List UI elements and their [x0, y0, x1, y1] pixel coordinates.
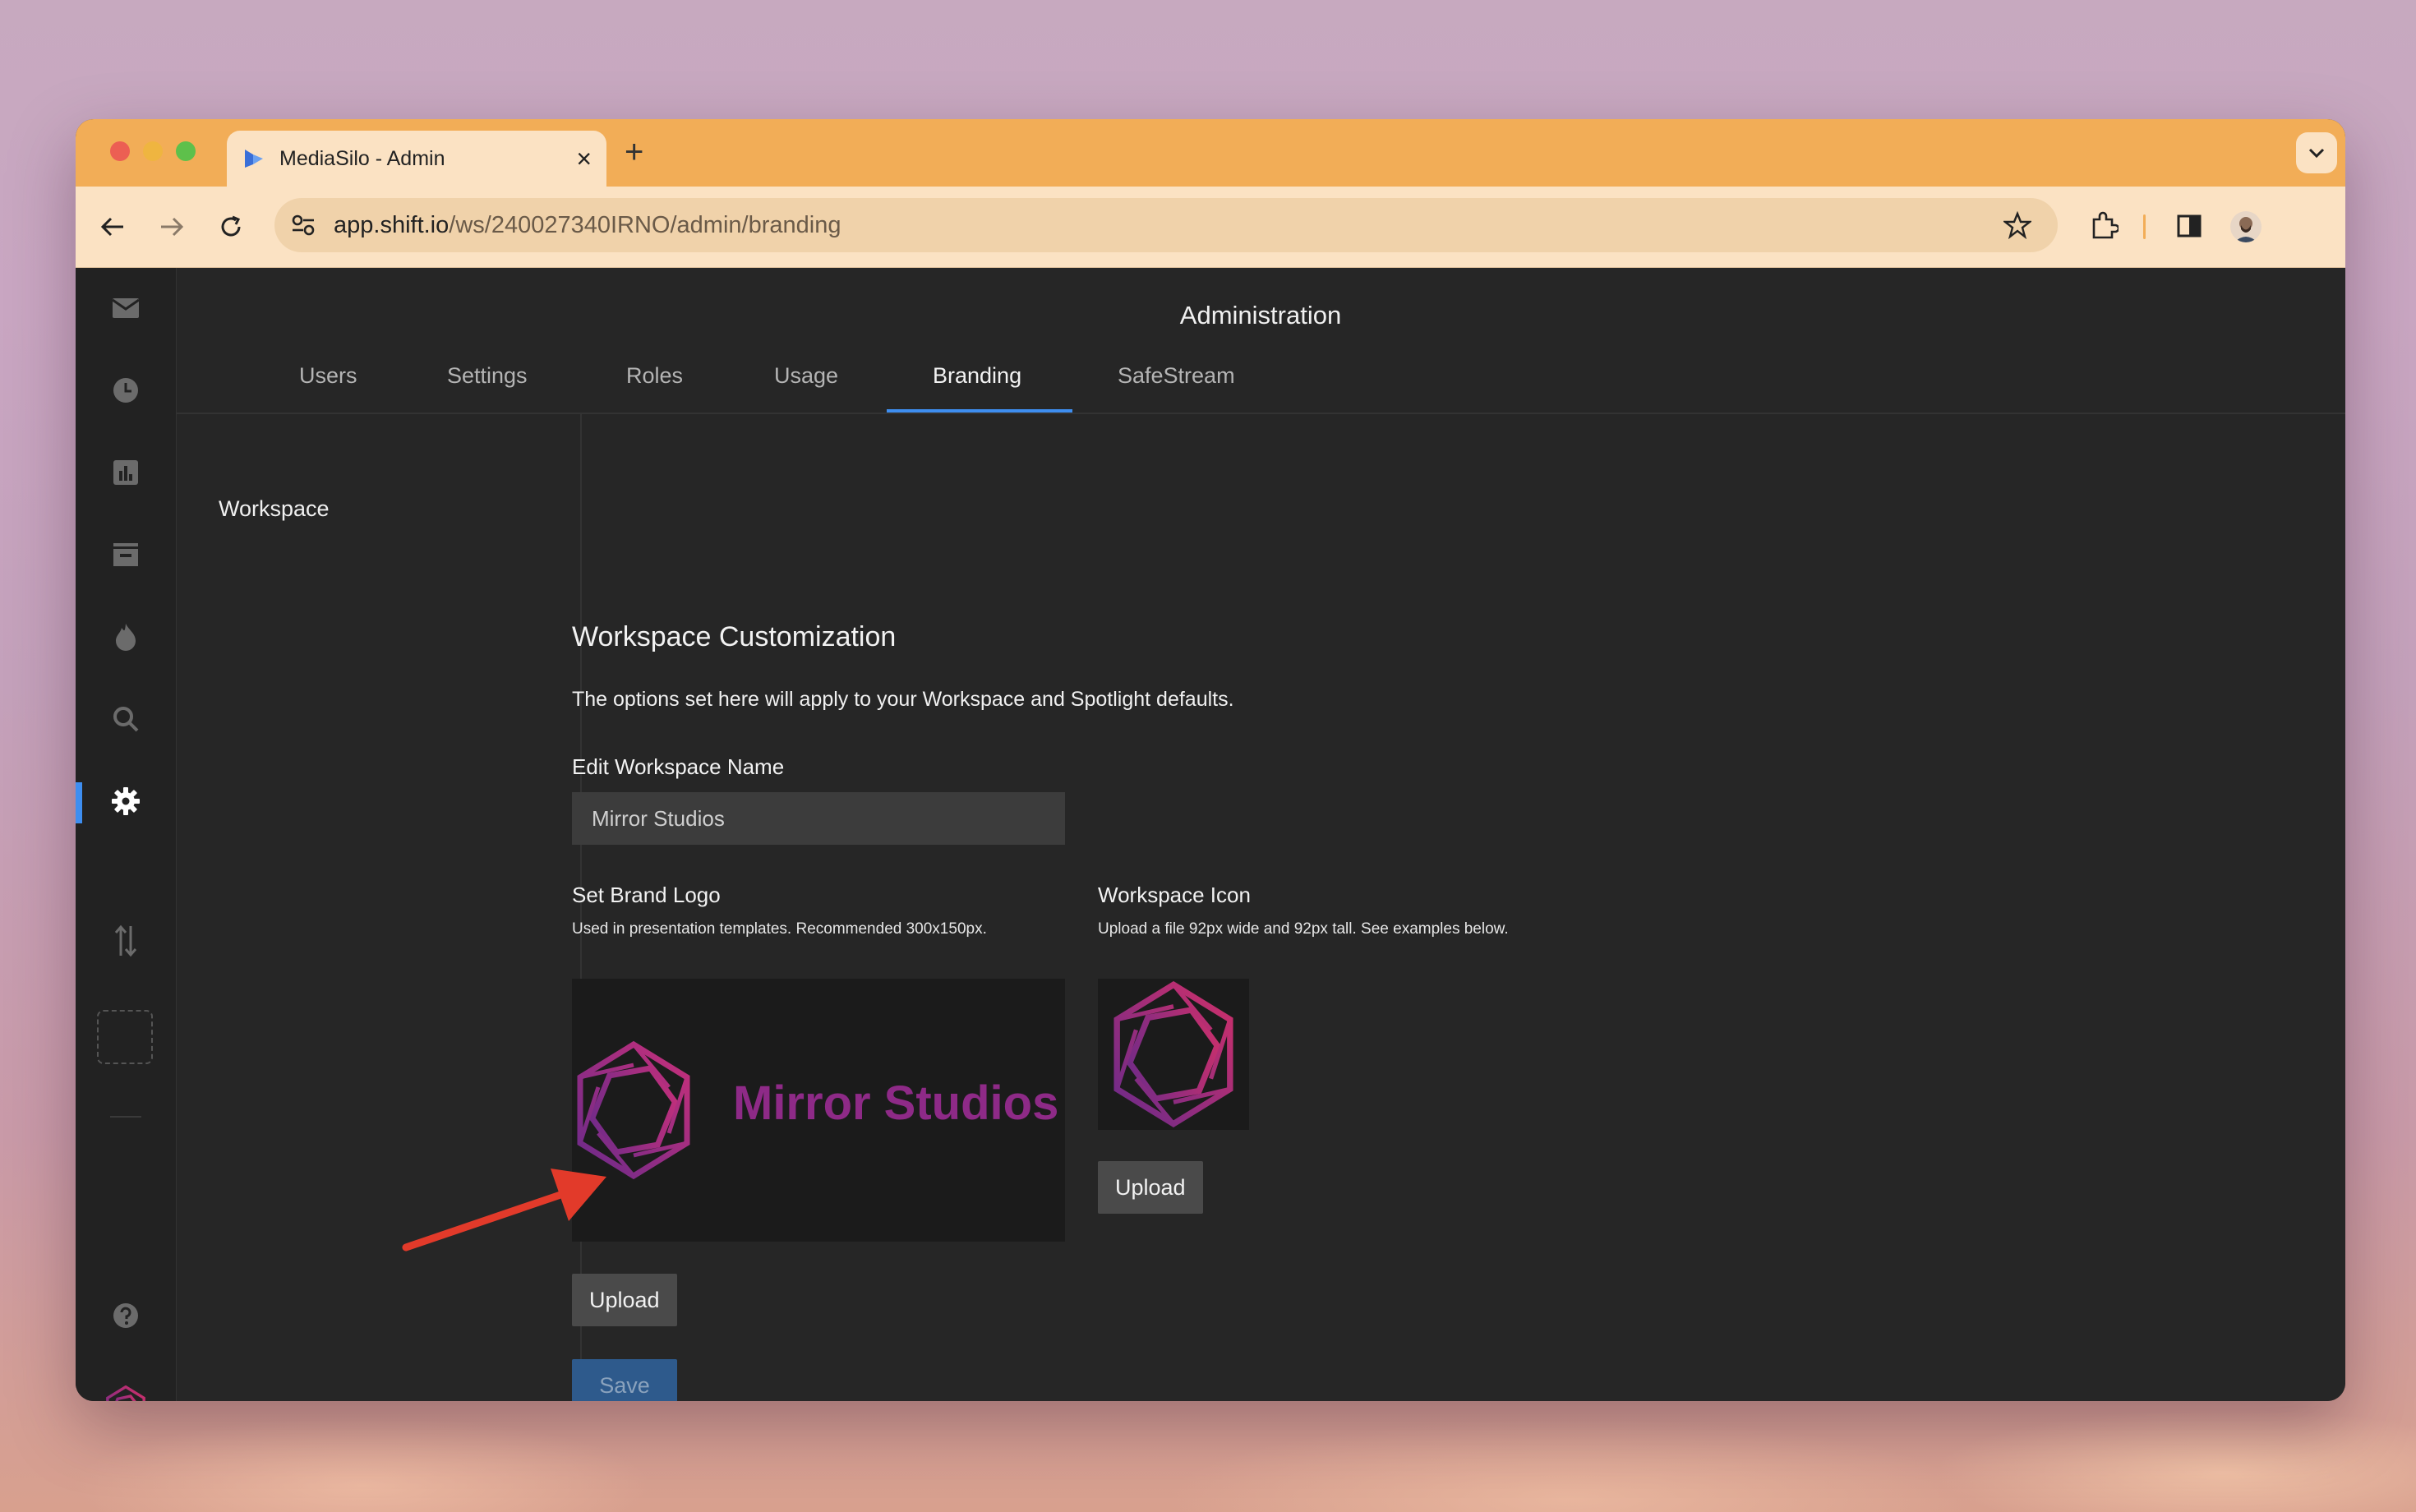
mediasilo-favicon-icon — [245, 150, 263, 168]
brand-logo-hint: Used in presentation templates. Recommen… — [572, 920, 987, 938]
url-path: /ws/240027340IRNO/admin/branding — [449, 212, 841, 238]
branding-content: Workspace Customization The options set … — [76, 268, 2345, 1401]
minimize-window-button[interactable] — [143, 141, 163, 161]
person-avatar-icon — [2234, 217, 2257, 242]
brand-logo-text: Mirror Studios — [733, 1076, 1059, 1130]
site-settings-icon[interactable] — [289, 212, 317, 238]
puzzle-icon — [2092, 211, 2119, 239]
side-panel-button[interactable] — [2173, 210, 2206, 242]
tab-search-button[interactable] — [2296, 132, 2337, 173]
arrow-left-icon — [100, 217, 123, 237]
url-host: app.shift.io — [334, 212, 450, 238]
url-text: app.shift.io/ws/240027340IRNO/admin/bran… — [334, 212, 841, 239]
brand-hexagon-icon — [577, 1040, 690, 1180]
brand-logo-label: Set Brand Logo — [572, 883, 721, 907]
app-area: Administration Users Settings Roles Usag… — [76, 268, 2345, 1401]
section-heading: Workspace Customization — [572, 621, 897, 652]
address-bar[interactable]: app.shift.io/ws/240027340IRNO/admin/bran… — [274, 198, 2058, 252]
chevron-down-icon — [2308, 148, 2325, 159]
bookmark-star-icon[interactable] — [2003, 211, 2031, 239]
extensions-button[interactable] — [2087, 210, 2120, 242]
workspace-name-input[interactable] — [572, 792, 1065, 845]
arrow-right-icon — [161, 217, 184, 237]
close-window-button[interactable] — [110, 141, 130, 161]
workspace-name-label: Edit Workspace Name — [572, 754, 785, 779]
section-description: The options set here will apply to your … — [572, 688, 1234, 711]
save-button[interactable]: Save — [572, 1359, 677, 1401]
brand-logo-preview: Mirror Studios — [572, 979, 1065, 1242]
tab-title: MediaSilo - Admin — [279, 147, 445, 170]
upload-icon-button[interactable]: Upload — [1098, 1161, 1203, 1214]
close-tab-icon[interactable]: × — [576, 142, 592, 175]
workspace-icon-label: Workspace Icon — [1098, 883, 1251, 907]
back-button[interactable] — [95, 210, 130, 244]
workspace-icon-preview — [1098, 979, 1249, 1130]
forward-button[interactable] — [154, 210, 189, 244]
toolbar-divider — [2143, 214, 2146, 239]
maximize-window-button[interactable] — [176, 141, 196, 161]
browser-window: MediaSilo - Admin × + app.shift.io/ws/24… — [76, 119, 2345, 1401]
browser-toolbar: app.shift.io/ws/240027340IRNO/admin/bran… — [76, 187, 2345, 268]
new-tab-button[interactable]: + — [625, 134, 643, 170]
upload-logo-button[interactable]: Upload — [572, 1274, 677, 1326]
workspace-hexagon-icon — [1113, 980, 1233, 1128]
side-panel-icon — [2177, 214, 2202, 237]
reload-icon — [221, 215, 241, 237]
profile-avatar[interactable] — [2230, 211, 2262, 242]
workspace-icon-hint: Upload a file 92px wide and 92px tall. S… — [1098, 920, 1509, 938]
reload-button[interactable] — [214, 210, 248, 244]
tab-strip: MediaSilo - Admin × + — [76, 119, 2345, 187]
browser-tab[interactable]: MediaSilo - Admin × — [227, 131, 606, 187]
annotation-arrow-icon — [402, 1169, 606, 1252]
